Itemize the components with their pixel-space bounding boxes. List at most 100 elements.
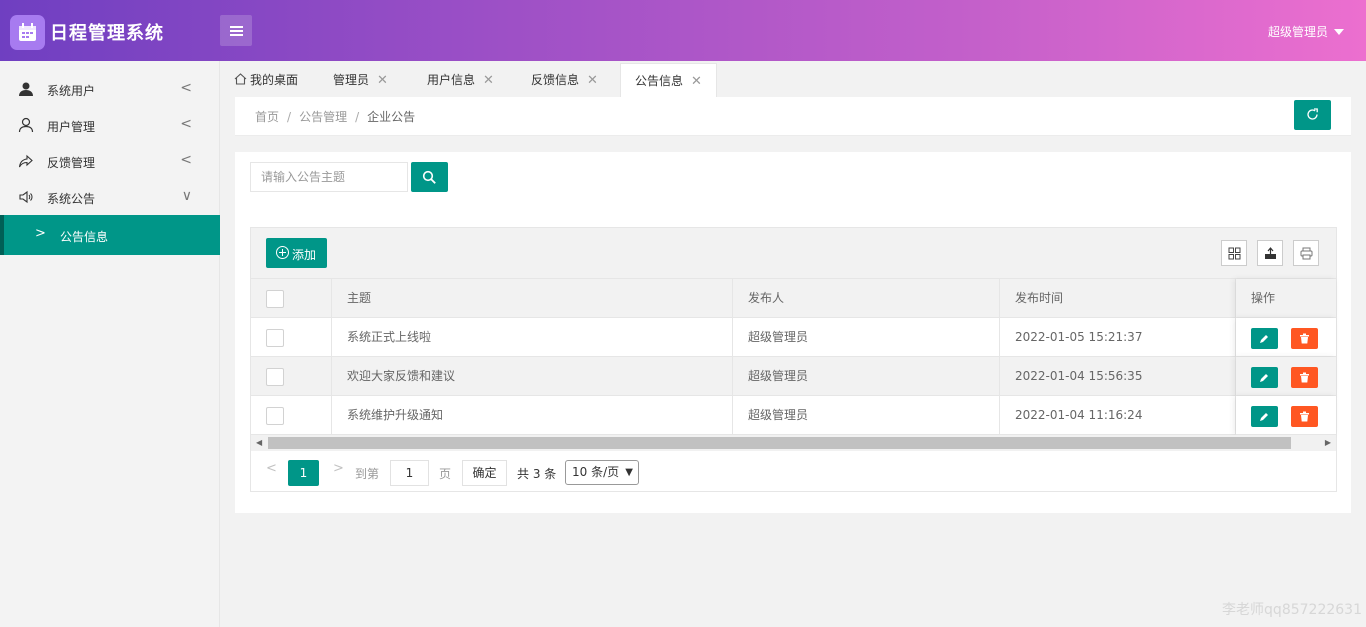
- table-header: 主题 发布人 发布时间 操作: [251, 279, 1336, 318]
- horizontal-scrollbar[interactable]: ◀ ▶: [251, 435, 1336, 451]
- export-icon: [1265, 247, 1276, 259]
- home-icon: [234, 73, 247, 85]
- delete-button[interactable]: [1291, 367, 1318, 388]
- cell-publisher: 超级管理员: [733, 357, 1000, 396]
- close-icon[interactable]: ✕: [691, 74, 702, 89]
- pencil-icon: [1260, 374, 1268, 382]
- print-button[interactable]: [1293, 240, 1319, 266]
- chevron-right-icon: >: [35, 226, 46, 241]
- breadcrumb-home[interactable]: 首页: [255, 110, 279, 124]
- sidebar: 系统用户 < 用户管理 < 反馈管理 < 系统公告 ∨ > 公告信息: [0, 61, 220, 627]
- tab-feedback-info[interactable]: 反馈信息 ✕: [517, 63, 612, 97]
- breadcrumb-bar: 首页 / 公告管理 / 企业公告: [235, 97, 1351, 136]
- content-card: 添加 主题 发布人 发布时间 操作 系统正式上线啦 超级管理员 2022-01-…: [235, 152, 1351, 513]
- tab-label: 公告信息: [635, 74, 684, 88]
- table-row: 欢迎大家反馈和建议 超级管理员 2022-01-04 15:56:35: [251, 357, 1336, 396]
- row-checkbox[interactable]: [266, 368, 284, 386]
- add-button[interactable]: 添加: [266, 238, 327, 268]
- tab-label: 我的桌面: [250, 73, 299, 87]
- top-header: 日程管理系统 超级管理员: [0, 0, 1366, 61]
- column-header-title[interactable]: 主题: [332, 279, 733, 318]
- search-button[interactable]: [411, 162, 448, 192]
- goto-confirm-button[interactable]: 确定: [462, 460, 507, 486]
- chevron-down-icon: ▼: [625, 467, 633, 478]
- table-row: 系统正式上线啦 超级管理员 2022-01-05 15:21:37: [251, 318, 1336, 357]
- search-icon: [422, 170, 436, 184]
- breadcrumb-notice-management[interactable]: 公告管理: [299, 110, 347, 124]
- chevron-left-icon: <: [180, 152, 192, 168]
- tab-home[interactable]: 我的桌面: [220, 63, 312, 97]
- sidebar-subitem-notice-info[interactable]: > 公告信息: [0, 215, 220, 255]
- pencil-icon: [1260, 335, 1268, 343]
- delete-button[interactable]: [1291, 406, 1318, 427]
- prev-page-button[interactable]: <: [266, 461, 277, 476]
- tab-label: 反馈信息: [531, 73, 580, 87]
- speaker-icon: [19, 190, 33, 204]
- close-icon[interactable]: ✕: [587, 73, 598, 88]
- menu-toggle-button[interactable]: [220, 15, 252, 46]
- add-button-label: 添加: [292, 248, 317, 262]
- trash-icon: [1300, 411, 1309, 422]
- select-all-checkbox[interactable]: [266, 290, 284, 308]
- edit-button[interactable]: [1251, 367, 1278, 388]
- page-size-select[interactable]: 10 条/页 ▼: [565, 460, 639, 485]
- edit-button[interactable]: [1251, 328, 1278, 349]
- user-menu[interactable]: 超级管理员: [1268, 23, 1344, 40]
- column-header-publisher[interactable]: 发布人: [733, 279, 1000, 318]
- export-button[interactable]: [1257, 240, 1283, 266]
- sidebar-item-system-users[interactable]: 系统用户 <: [0, 71, 220, 107]
- column-header-actions: 操作: [1236, 279, 1336, 318]
- row-checkbox[interactable]: [266, 407, 284, 425]
- tab-label: 用户信息: [427, 73, 476, 87]
- breadcrumb-separator: /: [287, 110, 292, 124]
- trash-icon: [1300, 333, 1309, 344]
- sidebar-item-feedback-management[interactable]: 反馈管理 <: [0, 143, 220, 179]
- scrollbar-thumb[interactable]: [268, 437, 1291, 449]
- row-checkbox-cell: [251, 318, 332, 357]
- edit-button[interactable]: [1251, 406, 1278, 427]
- chevron-down-icon: ∨: [181, 188, 192, 204]
- column-header-time[interactable]: 发布时间: [1000, 279, 1236, 318]
- user-solid-icon: [19, 82, 33, 96]
- refresh-icon: [1307, 108, 1318, 120]
- cell-actions: [1236, 318, 1336, 357]
- scroll-right-icon[interactable]: ▶: [1325, 438, 1331, 447]
- sidebar-item-label: 反馈管理: [47, 156, 96, 170]
- tab-notice-info[interactable]: 公告信息 ✕: [620, 63, 717, 98]
- user-name: 超级管理员: [1267, 25, 1328, 39]
- current-page[interactable]: 1: [288, 460, 319, 486]
- cell-actions: [1236, 357, 1336, 396]
- row-checkbox-cell: [251, 357, 332, 396]
- sidebar-item-user-management[interactable]: 用户管理 <: [0, 107, 220, 143]
- cell-publisher: 超级管理员: [733, 318, 1000, 357]
- cell-time: 2022-01-04 11:16:24: [1000, 396, 1236, 435]
- columns-filter-button[interactable]: [1221, 240, 1247, 266]
- sidebar-item-system-notice[interactable]: 系统公告 ∨: [0, 179, 220, 215]
- cell-title: 欢迎大家反馈和建议: [332, 357, 733, 396]
- tab-bar: 我的桌面 管理员 ✕ 用户信息 ✕ 反馈信息 ✕ 公告信息 ✕: [220, 61, 1366, 98]
- tab-admins[interactable]: 管理员 ✕: [319, 63, 402, 97]
- close-icon[interactable]: ✕: [483, 73, 494, 88]
- plus-circle-icon: [276, 246, 289, 259]
- sidebar-item-label: 用户管理: [47, 120, 96, 134]
- breadcrumb: 首页 / 公告管理 / 企业公告: [255, 108, 415, 125]
- user-outline-icon: [18, 117, 34, 133]
- hamburger-icon: [230, 26, 243, 28]
- table-row: 系统维护升级通知 超级管理员 2022-01-04 11:16:24: [251, 396, 1336, 435]
- tab-user-info[interactable]: 用户信息 ✕: [413, 63, 508, 97]
- sidebar-item-label: 系统用户: [47, 84, 96, 98]
- cell-title: 系统正式上线啦: [332, 318, 733, 357]
- goto-page-input[interactable]: [390, 460, 429, 486]
- hamburger-bar: [230, 30, 243, 32]
- pagination: < 1 > 到第 页 确定 共 3 条 10 条/页 ▼: [251, 452, 1336, 492]
- row-checkbox[interactable]: [266, 329, 284, 347]
- scroll-left-icon[interactable]: ◀: [256, 438, 262, 447]
- delete-button[interactable]: [1291, 328, 1318, 349]
- close-icon[interactable]: ✕: [377, 73, 388, 88]
- table-toolbar: 添加: [251, 228, 1336, 279]
- search-input[interactable]: [250, 162, 408, 192]
- next-page-button[interactable]: >: [333, 461, 344, 476]
- sidebar-subitem-label: 公告信息: [60, 230, 109, 244]
- refresh-button[interactable]: [1294, 100, 1331, 130]
- trash-icon: [1300, 372, 1309, 383]
